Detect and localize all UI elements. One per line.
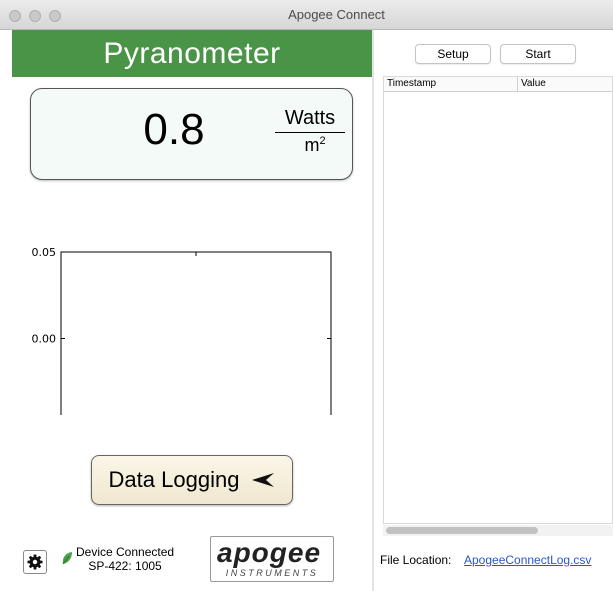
- column-header-timestamp[interactable]: Timestamp: [384, 77, 518, 91]
- connection-status: Device Connected SP-422: 1005: [76, 545, 174, 573]
- window-titlebar: Apogee Connect: [0, 0, 613, 30]
- arrow-left-icon: [252, 473, 275, 487]
- unit-denominator: m2: [275, 133, 345, 156]
- file-location-link[interactable]: ApogeeConnectLog.csv: [464, 553, 591, 567]
- data-logging-label: Data Logging: [108, 467, 240, 492]
- start-button[interactable]: Start: [500, 44, 576, 64]
- y-tick-label: 0.00: [32, 333, 57, 346]
- reading-display: 0.8 Watts m2: [30, 88, 353, 180]
- data-logging-button[interactable]: Data Logging: [91, 455, 293, 505]
- horizontal-scrollbar[interactable]: [383, 525, 613, 536]
- sensor-name-banner: Pyranometer: [12, 30, 372, 77]
- device-id: SP-422: 1005: [88, 559, 162, 573]
- settings-button[interactable]: [23, 550, 47, 574]
- scrollbar-thumb[interactable]: [386, 527, 538, 534]
- reading-unit: Watts m2: [275, 107, 345, 156]
- gear-icon: [27, 554, 43, 570]
- unit-numerator: Watts: [275, 107, 345, 133]
- logo-text: apogee: [217, 537, 322, 568]
- apogee-logo: apogee INSTRUMENTS: [210, 536, 334, 582]
- log-table[interactable]: Timestamp Value: [383, 76, 613, 524]
- plot-frame: [60, 251, 332, 415]
- reading-value: 0.8: [143, 105, 205, 154]
- reading-plot: −0.050.000.050.050.00−0.05: [32, 246, 332, 415]
- y-tick-label: 0.05: [32, 246, 57, 259]
- sensor-panel: Pyranometer 0.8 Watts m2 −0.050.000.050.…: [0, 30, 372, 591]
- connection-label: Device Connected: [76, 545, 175, 559]
- window-title: Apogee Connect: [288, 7, 385, 22]
- log-panel: Setup Start Timestamp Value File Locatio…: [374, 30, 613, 591]
- unit-exponent: 2: [319, 135, 326, 147]
- leaf-icon: [62, 552, 72, 565]
- file-location-label: File Location:: [380, 553, 452, 567]
- column-header-value[interactable]: Value: [518, 77, 612, 91]
- setup-button[interactable]: Setup: [415, 44, 491, 64]
- unit-base: m: [304, 135, 320, 155]
- logo-subtext: INSTRUMENTS: [225, 568, 319, 578]
- log-table-header: Timestamp Value: [384, 77, 612, 92]
